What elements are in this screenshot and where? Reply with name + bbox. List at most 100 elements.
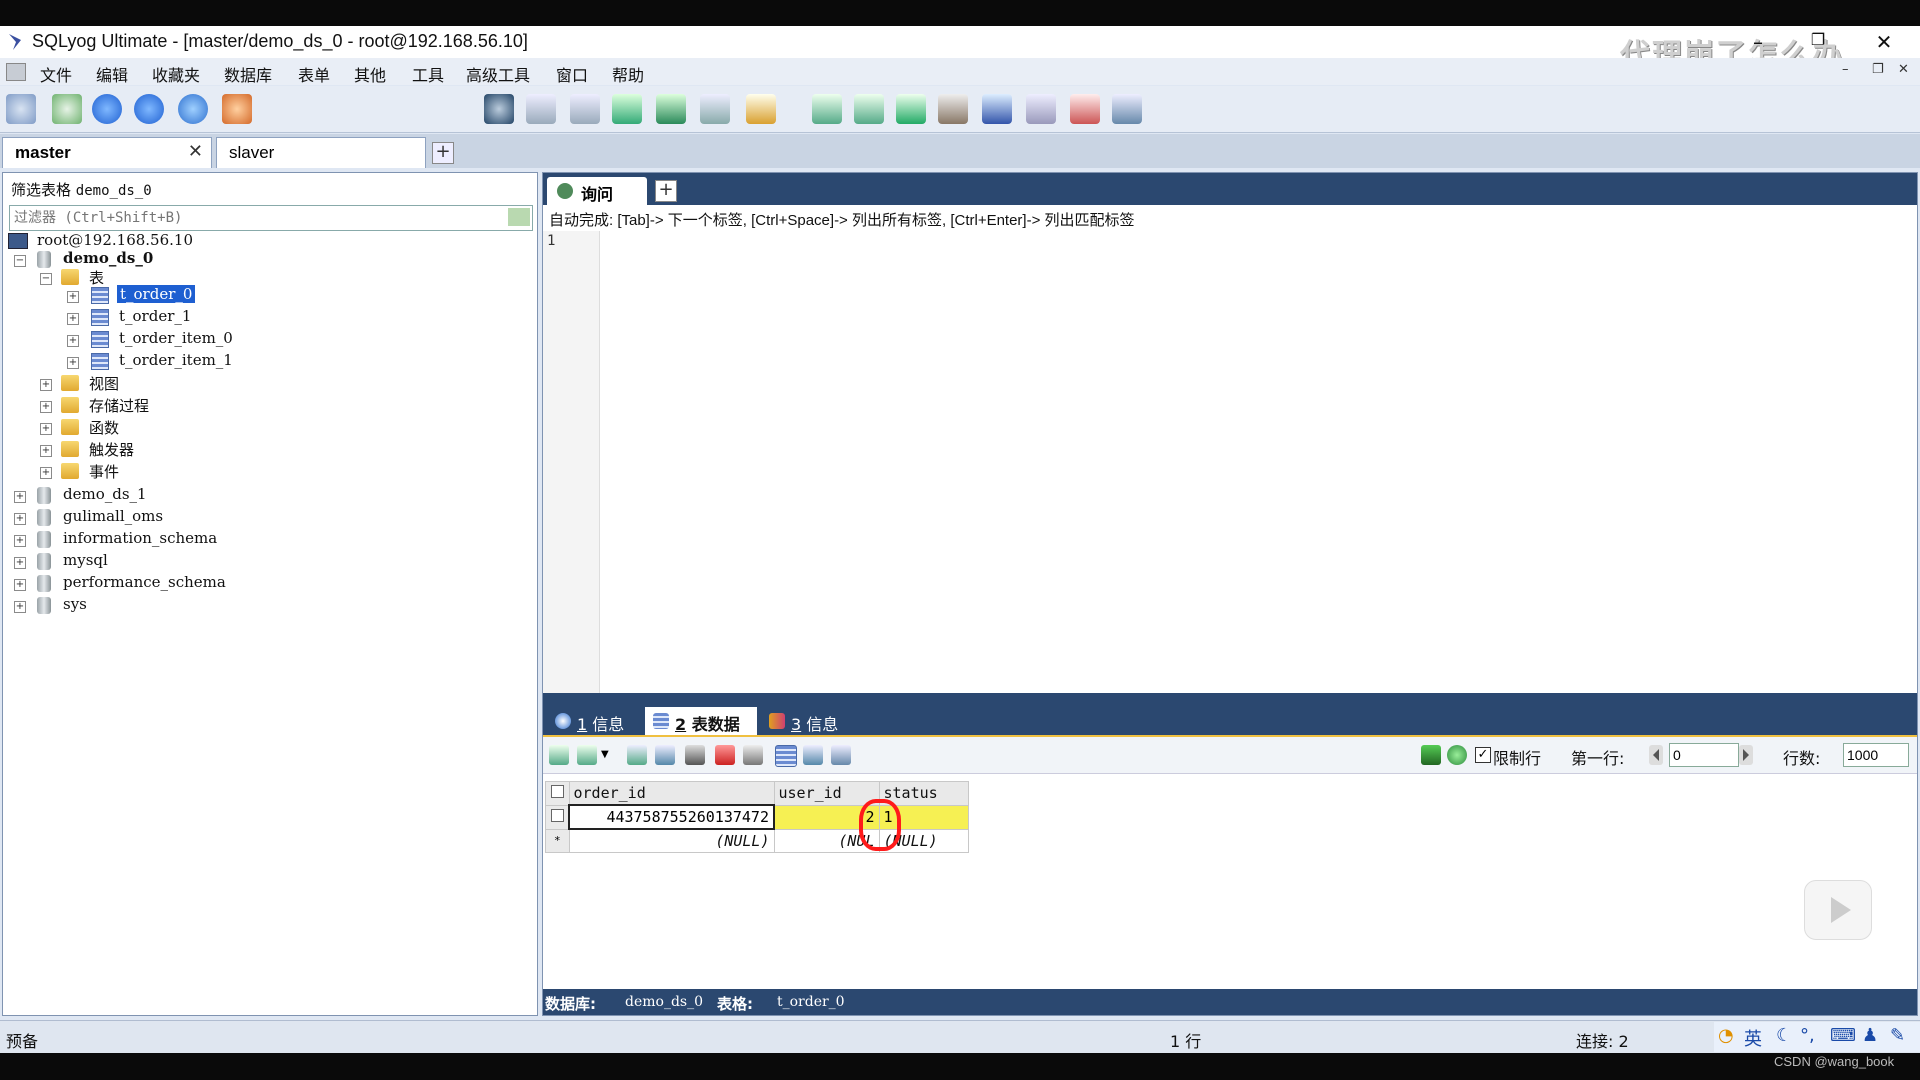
tab-slaver[interactable]: slaver [216, 137, 426, 168]
tree-table-t-order-0[interactable]: t_order_0 [117, 285, 196, 303]
pane-splitter[interactable] [543, 693, 1917, 703]
cell-order-id[interactable]: 443758755260137472 [568, 804, 775, 830]
next-page-icon[interactable] [1739, 745, 1753, 765]
mdi-minimize-button[interactable]: – [1842, 62, 1849, 77]
export-icon[interactable] [656, 94, 686, 124]
users-icon[interactable] [222, 94, 252, 124]
sync-icon[interactable] [700, 94, 730, 124]
tree-table-t-order-1[interactable]: t_order_1 [119, 307, 191, 325]
add-row-icon[interactable] [627, 745, 647, 765]
grid-view-icon[interactable] [775, 745, 797, 767]
table-icon[interactable] [812, 94, 842, 124]
expand-icon[interactable]: + [67, 357, 79, 369]
tab-master[interactable]: master ✕ [2, 137, 212, 168]
tree-db-sys[interactable]: sys [63, 595, 87, 613]
select-all-checkbox[interactable] [545, 781, 570, 806]
refresh-icon[interactable] [1447, 745, 1467, 765]
tab-table-data[interactable]: 2 表数据 [645, 707, 757, 735]
menu-help[interactable]: 帮助 [612, 62, 644, 86]
expand-icon[interactable]: + [40, 423, 52, 435]
close-button[interactable]: ✕ [1864, 30, 1904, 54]
tab-messages[interactable]: 1 信息 [547, 707, 641, 735]
menu-window[interactable]: 窗口 [556, 62, 588, 86]
backup-icon[interactable] [526, 94, 556, 124]
menu-file[interactable]: 文件 [40, 62, 72, 86]
tree-db-demo-ds-1[interactable]: demo_ds_1 [63, 485, 147, 503]
menu-database[interactable]: 数据库 [224, 62, 272, 86]
delete-icon[interactable] [715, 745, 735, 765]
collapse-icon[interactable]: − [14, 255, 26, 267]
tree-folder-functions[interactable]: 函数 [89, 417, 119, 438]
tree-folder-tables[interactable]: 表 [89, 267, 104, 288]
menu-advanced-tools[interactable]: 高级工具 [466, 62, 530, 86]
tree-server[interactable]: root@192.168.56.10 [37, 231, 193, 249]
new-connection-icon[interactable] [6, 94, 36, 124]
tree-db-performance-schema[interactable]: performance_schema [63, 573, 226, 591]
tree-folder-procedures[interactable]: 存储过程 [89, 395, 149, 416]
first-row-input[interactable] [1669, 743, 1739, 767]
schedule-icon[interactable] [938, 94, 968, 124]
ime-logo-icon[interactable]: ◔ [1718, 1025, 1734, 1046]
schema-icon[interactable] [746, 94, 776, 124]
tree-db-mysql[interactable]: mysql [63, 551, 108, 569]
execute-all-icon[interactable] [134, 94, 164, 124]
tree-folder-views[interactable]: 视图 [89, 373, 119, 394]
filter-icon[interactable] [1421, 745, 1441, 765]
minimize-button[interactable]: – [1738, 30, 1778, 54]
punctuation-icon[interactable]: °, [1800, 1025, 1815, 1046]
form-view-icon[interactable] [803, 745, 823, 765]
expand-icon[interactable]: + [14, 513, 26, 525]
insert-row-icon[interactable] [549, 745, 569, 765]
expand-icon[interactable]: + [14, 535, 26, 547]
mdi-restore-button[interactable]: ❐ [1872, 62, 1884, 77]
refresh-icon[interactable] [178, 94, 208, 124]
expand-icon[interactable]: + [40, 467, 52, 479]
expand-icon[interactable]: + [67, 291, 79, 303]
new-query-icon[interactable] [52, 94, 82, 124]
menu-favorites[interactable]: 收藏夹 [152, 62, 200, 86]
import-icon[interactable] [612, 94, 642, 124]
tree-db-information-schema[interactable]: information_schema [63, 529, 217, 547]
tree-folder-events[interactable]: 事件 [89, 461, 119, 482]
user-icon[interactable]: ♟ [1862, 1025, 1878, 1046]
insert-options-icon[interactable] [577, 745, 597, 765]
collapse-icon[interactable]: − [40, 273, 52, 285]
new-row[interactable]: * (NULL) (NUL (NULL) [545, 828, 969, 853]
video-play-overlay[interactable] [1804, 880, 1872, 940]
sql-editor[interactable]: 1 [543, 231, 1917, 701]
expand-icon[interactable]: + [14, 579, 26, 591]
tab-query[interactable]: 询问 [547, 177, 647, 205]
limit-checkbox[interactable]: ✓ [1475, 747, 1491, 763]
expand-icon[interactable]: + [40, 401, 52, 413]
add-query-tab-button[interactable]: + [655, 180, 677, 202]
tree-folder-triggers[interactable]: 触发器 [89, 439, 134, 460]
tree-db-gulimall-oms[interactable]: gulimall_oms [63, 507, 163, 525]
transfer-icon[interactable] [982, 94, 1012, 124]
cell-null[interactable]: (NULL) [568, 828, 775, 853]
wrench-icon[interactable]: ✎ [1890, 1025, 1905, 1046]
copy-db-icon[interactable] [1026, 94, 1056, 124]
report-icon[interactable] [1112, 94, 1142, 124]
mdi-close-button[interactable]: ✕ [1898, 62, 1909, 77]
menu-tools[interactable]: 工具 [412, 62, 444, 86]
expand-icon[interactable]: + [14, 557, 26, 569]
menu-edit[interactable]: 编辑 [96, 62, 128, 86]
keyboard-icon[interactable]: ⌨ [1830, 1025, 1856, 1046]
app-menu-icon[interactable] [6, 63, 26, 81]
tools-icon[interactable] [896, 94, 926, 124]
table-row[interactable]: 443758755260137472 2 1 [545, 804, 969, 830]
menu-table[interactable]: 表单 [298, 62, 330, 86]
execute-icon[interactable] [92, 94, 122, 124]
prev-page-icon[interactable] [1649, 745, 1663, 765]
expand-icon[interactable]: + [40, 379, 52, 391]
tree-table-t-order-item-1[interactable]: t_order_item_1 [119, 351, 233, 369]
user-manager-icon[interactable] [484, 94, 514, 124]
moon-icon[interactable]: ☾ [1776, 1025, 1792, 1046]
filter-clear-button[interactable] [508, 208, 530, 226]
tree-table-t-order-item-0[interactable]: t_order_item_0 [119, 329, 233, 347]
save-icon[interactable] [685, 745, 705, 765]
restore-button[interactable]: ❐ [1798, 30, 1838, 49]
expand-icon[interactable]: + [14, 601, 26, 613]
expand-icon[interactable]: + [14, 491, 26, 503]
col-order-id[interactable]: order_id [568, 781, 775, 806]
